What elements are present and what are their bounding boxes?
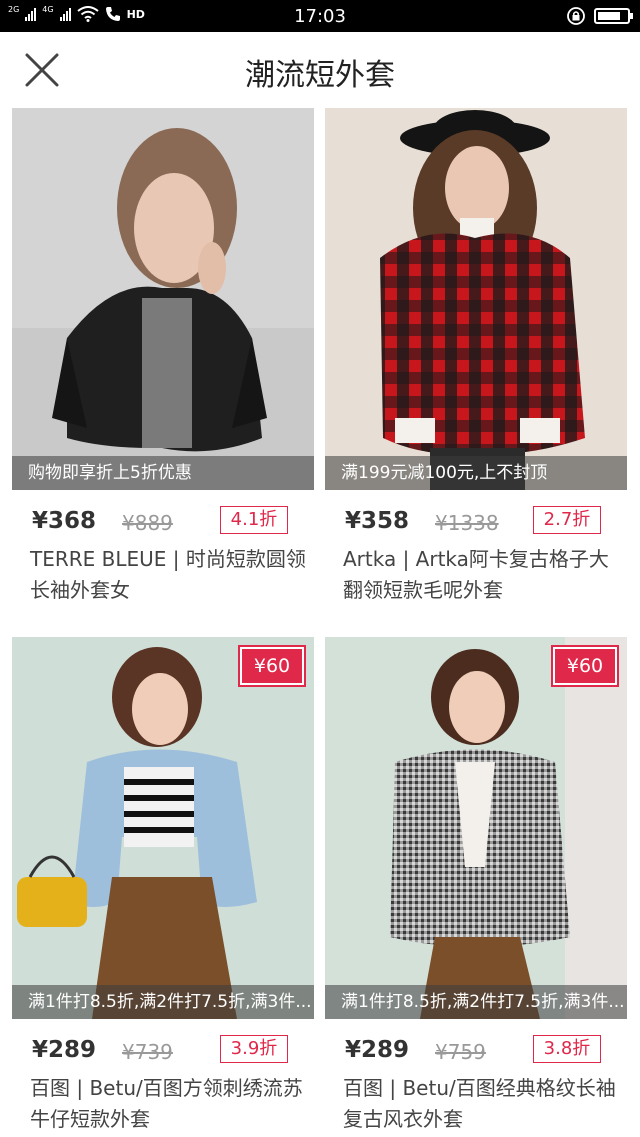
close-icon [25,53,59,87]
promo-banner: 满199元减100元,上不封顶 [325,456,627,490]
battery-icon [594,8,633,24]
product-card[interactable]: ¥60 满1件打8.5折,满2件打7.5折,满3件... ¥289 ¥739 3… [12,637,314,1137]
product-name[interactable]: Artka | Artka阿卡复古格子大翻领短款毛呢外套 [343,544,623,606]
discount-badge: 3.9折 [220,1035,288,1063]
discount-badge: 3.8折 [533,1035,601,1063]
price-row: ¥368 ¥889 4.1折 [32,506,298,540]
product-name[interactable]: TERRE BLEUE | 时尚短款圆领长袖外套女 [30,544,310,606]
status-right [566,6,633,26]
original-price: ¥1338 [435,511,499,535]
current-price: ¥289 [32,1037,97,1063]
close-button[interactable] [20,48,64,92]
product-card[interactable]: 满199元减100元,上不封顶 ¥358 ¥1338 2.7折 Artka | … [325,108,627,614]
current-price: ¥358 [345,508,410,534]
current-price: ¥289 [345,1037,410,1063]
product-image[interactable]: 满199元减100元,上不封顶 [325,108,627,490]
lock-rotation-icon [567,7,585,25]
product-card[interactable]: ¥60 满1件打8.5折,满2件打7.5折,满3件... ¥289 ¥759 3… [325,637,627,1137]
promo-banner: 满1件打8.5折,满2件打7.5折,满3件... [325,985,627,1019]
original-price: ¥739 [122,1040,173,1064]
page-header: 潮流短外套 [0,32,640,108]
page-title: 潮流短外套 [245,58,395,93]
original-price: ¥759 [435,1040,486,1064]
promo-banner: 满1件打8.5折,满2件打7.5折,满3件... [12,985,314,1019]
product-card[interactable]: 购物即享折上5折优惠 ¥368 ¥889 4.1折 TERRE BLEUE | … [12,108,314,614]
discount-badge: 2.7折 [533,506,601,534]
price-row: ¥289 ¥759 3.8折 [345,1035,611,1069]
product-image[interactable]: ¥60 满1件打8.5折,满2件打7.5折,满3件... [12,637,314,1019]
status-time: 17:03 [294,6,346,27]
coupon-badge: ¥60 [551,645,619,687]
product-image[interactable]: 购物即享折上5折优惠 [12,108,314,490]
discount-badge: 4.1折 [220,506,288,534]
product-name[interactable]: 百图 | Betu/百图经典格纹长袖复古风衣外套 [343,1073,623,1135]
coupon-badge: ¥60 [238,645,306,687]
current-price: ¥368 [32,508,97,534]
price-row: ¥289 ¥739 3.9折 [32,1035,298,1069]
status-bar: 2G 4G HD 17:03 [0,0,640,32]
original-price: ¥889 [122,511,173,535]
price-row: ¥358 ¥1338 2.7折 [345,506,611,540]
product-image[interactable]: ¥60 满1件打8.5折,满2件打7.5折,满3件... [325,637,627,1019]
product-name[interactable]: 百图 | Betu/百图方领刺绣流苏牛仔短款外套 [30,1073,310,1135]
promo-banner: 购物即享折上5折优惠 [12,456,314,490]
